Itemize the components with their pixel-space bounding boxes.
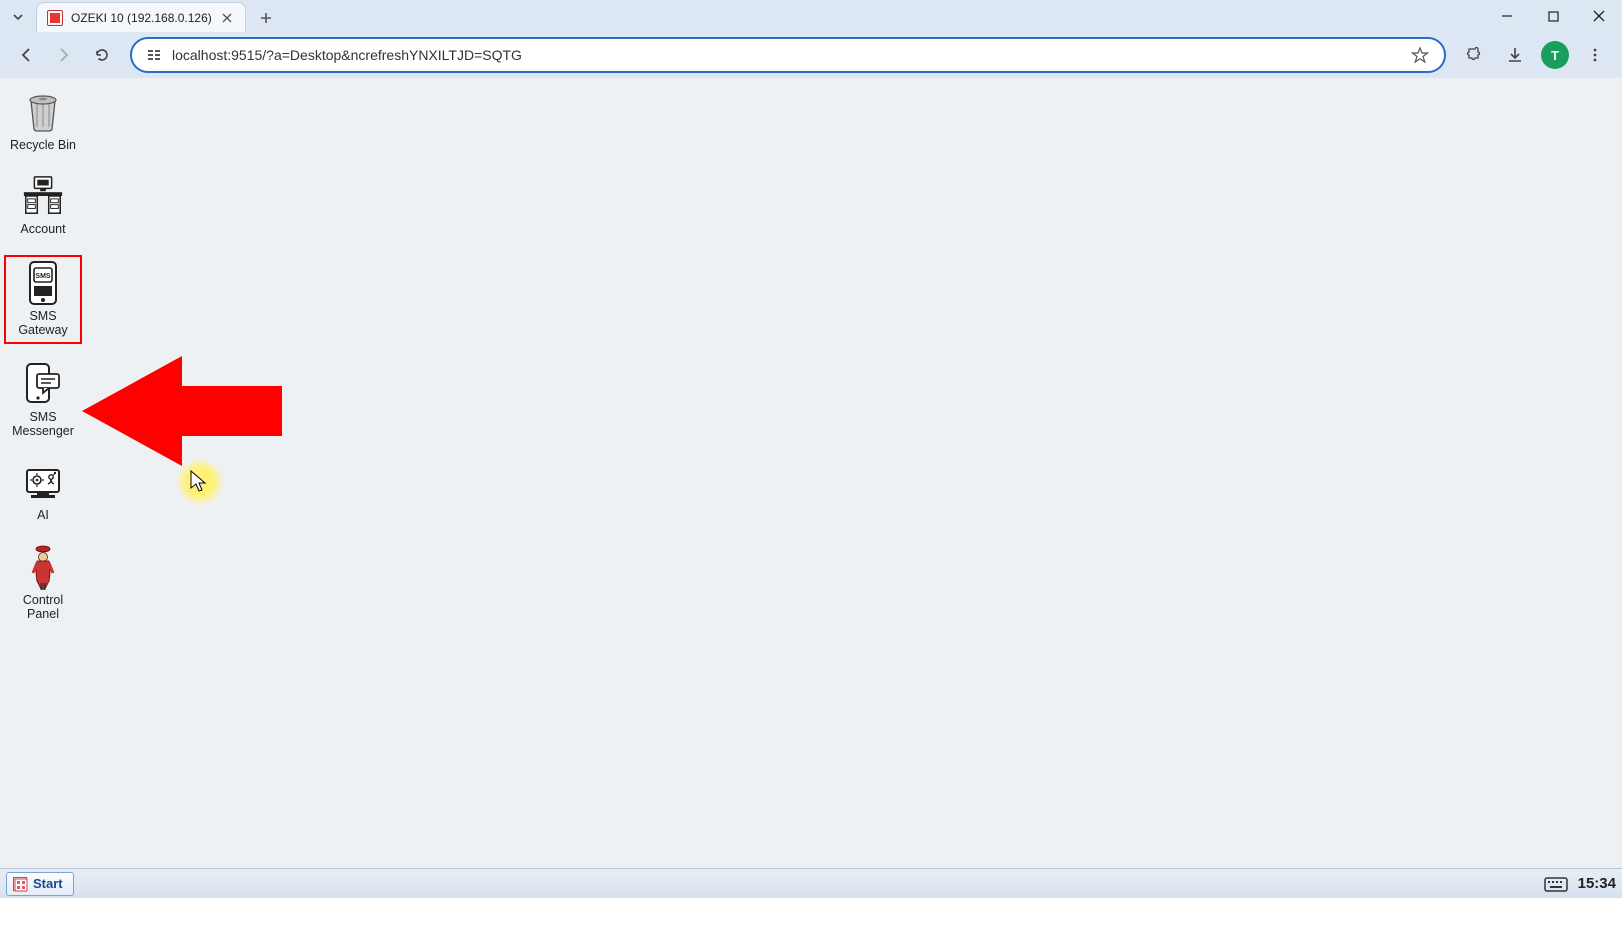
nav-bar: localhost:9515/?a=Desktop&ncrefreshYNXIL… bbox=[0, 32, 1622, 78]
site-info-icon[interactable] bbox=[144, 45, 164, 65]
annotation-arrow-icon bbox=[82, 356, 282, 466]
nav-reload-button[interactable] bbox=[86, 39, 118, 71]
desktop-icons-column: Recycle Bin Account bbox=[4, 86, 82, 625]
desktop-icon-label: Recycle Bin bbox=[10, 138, 76, 152]
window-minimize-button[interactable] bbox=[1484, 0, 1530, 32]
nav-forward-button[interactable] bbox=[48, 39, 80, 71]
desktop-icon-sms-messenger[interactable]: SMS Messenger bbox=[4, 358, 82, 443]
nav-back-button[interactable] bbox=[10, 39, 42, 71]
ai-icon bbox=[21, 460, 65, 504]
system-tray: 15:34 bbox=[1544, 875, 1616, 893]
taskbar-clock[interactable]: 15:34 bbox=[1578, 875, 1616, 892]
desktop-icon-sms-gateway[interactable]: SMS SMS Gateway bbox=[4, 255, 82, 344]
sms-gateway-icon: SMS bbox=[21, 261, 65, 305]
browser-chrome: OZEKI 10 (192.168.0.126) bbox=[0, 0, 1622, 78]
window-controls bbox=[1484, 0, 1622, 32]
desktop-icon-label: Control Panel bbox=[23, 593, 63, 622]
url-text: localhost:9515/?a=Desktop&ncrefreshYNXIL… bbox=[172, 47, 1408, 63]
browser-tab[interactable]: OZEKI 10 (192.168.0.126) bbox=[36, 2, 246, 32]
keyboard-tray-icon[interactable] bbox=[1544, 875, 1568, 893]
tab-title: OZEKI 10 (192.168.0.126) bbox=[71, 11, 219, 25]
tab-bar: OZEKI 10 (192.168.0.126) bbox=[0, 0, 1622, 32]
chrome-menu-button[interactable] bbox=[1578, 38, 1612, 72]
control-panel-icon bbox=[21, 545, 65, 589]
taskbar: Start 15:34 bbox=[0, 868, 1622, 898]
desktop-icon-label: SMS Gateway bbox=[18, 309, 67, 338]
desktop-icon-ai[interactable]: AI bbox=[4, 456, 82, 526]
window-maximize-button[interactable] bbox=[1530, 0, 1576, 32]
mouse-cursor-icon bbox=[190, 470, 208, 494]
profile-button[interactable]: T bbox=[1538, 38, 1572, 72]
tab-search-button[interactable] bbox=[4, 2, 32, 32]
start-button[interactable]: Start bbox=[6, 872, 74, 896]
recycle-bin-icon bbox=[21, 90, 65, 134]
svg-text:SMS: SMS bbox=[35, 273, 51, 280]
downloads-button[interactable] bbox=[1498, 38, 1532, 72]
desktop-icon-label: SMS Messenger bbox=[12, 410, 74, 439]
profile-avatar: T bbox=[1541, 41, 1569, 69]
window-close-button[interactable] bbox=[1576, 0, 1622, 32]
desktop-icon-label: AI bbox=[37, 508, 49, 522]
account-desk-icon bbox=[21, 174, 65, 218]
tab-close-button[interactable] bbox=[219, 10, 235, 26]
address-bar[interactable]: localhost:9515/?a=Desktop&ncrefreshYNXIL… bbox=[130, 37, 1446, 73]
bookmark-star-icon[interactable] bbox=[1408, 43, 1432, 67]
tab-favicon-icon bbox=[47, 10, 63, 26]
desktop-icon-account[interactable]: Account bbox=[4, 170, 82, 240]
start-label: Start bbox=[33, 876, 63, 891]
desktop-icon-label: Account bbox=[20, 222, 65, 236]
start-icon bbox=[13, 877, 27, 891]
desktop-icon-recycle-bin[interactable]: Recycle Bin bbox=[4, 86, 82, 156]
sms-messenger-icon bbox=[21, 362, 65, 406]
desktop-icon-control-panel[interactable]: Control Panel bbox=[4, 541, 82, 626]
new-tab-button[interactable] bbox=[252, 4, 280, 32]
desktop-area[interactable]: Recycle Bin Account bbox=[0, 78, 1622, 898]
extensions-button[interactable] bbox=[1458, 38, 1492, 72]
